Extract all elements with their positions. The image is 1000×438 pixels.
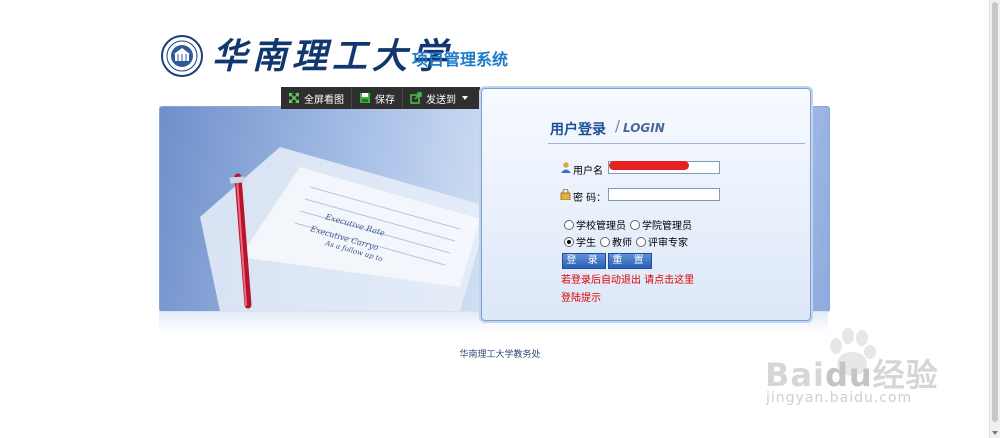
scrollbar-thumb[interactable] bbox=[992, 2, 998, 422]
fullscreen-label: 全屏看图 bbox=[304, 94, 344, 106]
login-panel: 用户登录 / LOGIN 用户名 密 码： 学校管理员 学院管理员 学生 教师 … bbox=[481, 88, 811, 321]
send-to-button[interactable]: 发送到 bbox=[403, 87, 475, 109]
role-options-row1: 学校管理员 学院管理员 bbox=[564, 217, 692, 232]
login-title-separator: / bbox=[615, 117, 621, 135]
login-subtitle: LOGIN bbox=[623, 121, 665, 135]
document-pen-illustration: Executive Rate Executive Carryo As a fol… bbox=[200, 147, 490, 311]
save-icon bbox=[360, 93, 370, 103]
login-title: 用户登录 bbox=[550, 122, 606, 138]
role-label: 评审专家 bbox=[648, 238, 688, 249]
auto-logout-link[interactable]: 若登录后自动退出 请点击这里 bbox=[561, 271, 694, 286]
password-label: 密 码： bbox=[573, 193, 607, 204]
radio-student[interactable] bbox=[564, 236, 574, 247]
share-icon bbox=[410, 92, 422, 104]
radio-teacher[interactable] bbox=[600, 236, 610, 247]
radio-college-admin[interactable] bbox=[630, 219, 640, 230]
radio-reviewer[interactable] bbox=[636, 236, 646, 247]
role-options-row2: 学生 教师 评审专家 bbox=[564, 234, 688, 249]
system-title: 项目管理系统 bbox=[412, 50, 509, 69]
watermark-url: jingyan.baidu.com bbox=[766, 390, 913, 406]
password-input[interactable] bbox=[608, 188, 720, 201]
user-icon bbox=[561, 162, 571, 173]
save-label: 保存 bbox=[375, 94, 395, 106]
vertical-scrollbar[interactable] bbox=[989, 0, 1000, 438]
send-to-label: 发送到 bbox=[426, 94, 456, 106]
username-label: 用户名 bbox=[573, 166, 603, 177]
save-button[interactable]: 保存 bbox=[352, 87, 403, 109]
radio-school-admin[interactable] bbox=[564, 219, 574, 230]
role-label: 学生 bbox=[576, 238, 596, 249]
role-label: 学院管理员 bbox=[642, 221, 692, 232]
university-seal-icon bbox=[161, 35, 203, 77]
chevron-down-icon[interactable] bbox=[462, 96, 468, 100]
role-label: 学校管理员 bbox=[576, 221, 626, 232]
fullscreen-button[interactable]: 全屏看图 bbox=[281, 87, 352, 109]
redaction-mark bbox=[609, 161, 689, 170]
login-button[interactable]: 登 录 bbox=[562, 253, 606, 269]
reset-button[interactable]: 重 置 bbox=[608, 253, 652, 269]
login-hint-link[interactable]: 登陆提示 bbox=[561, 289, 601, 304]
scroll-down-icon[interactable] bbox=[992, 431, 998, 435]
divider bbox=[548, 143, 805, 144]
fullscreen-icon bbox=[289, 93, 299, 103]
role-label: 教师 bbox=[612, 238, 632, 249]
lock-icon bbox=[560, 189, 571, 200]
image-toolbar: 全屏看图 保存 发送到 bbox=[281, 87, 480, 109]
